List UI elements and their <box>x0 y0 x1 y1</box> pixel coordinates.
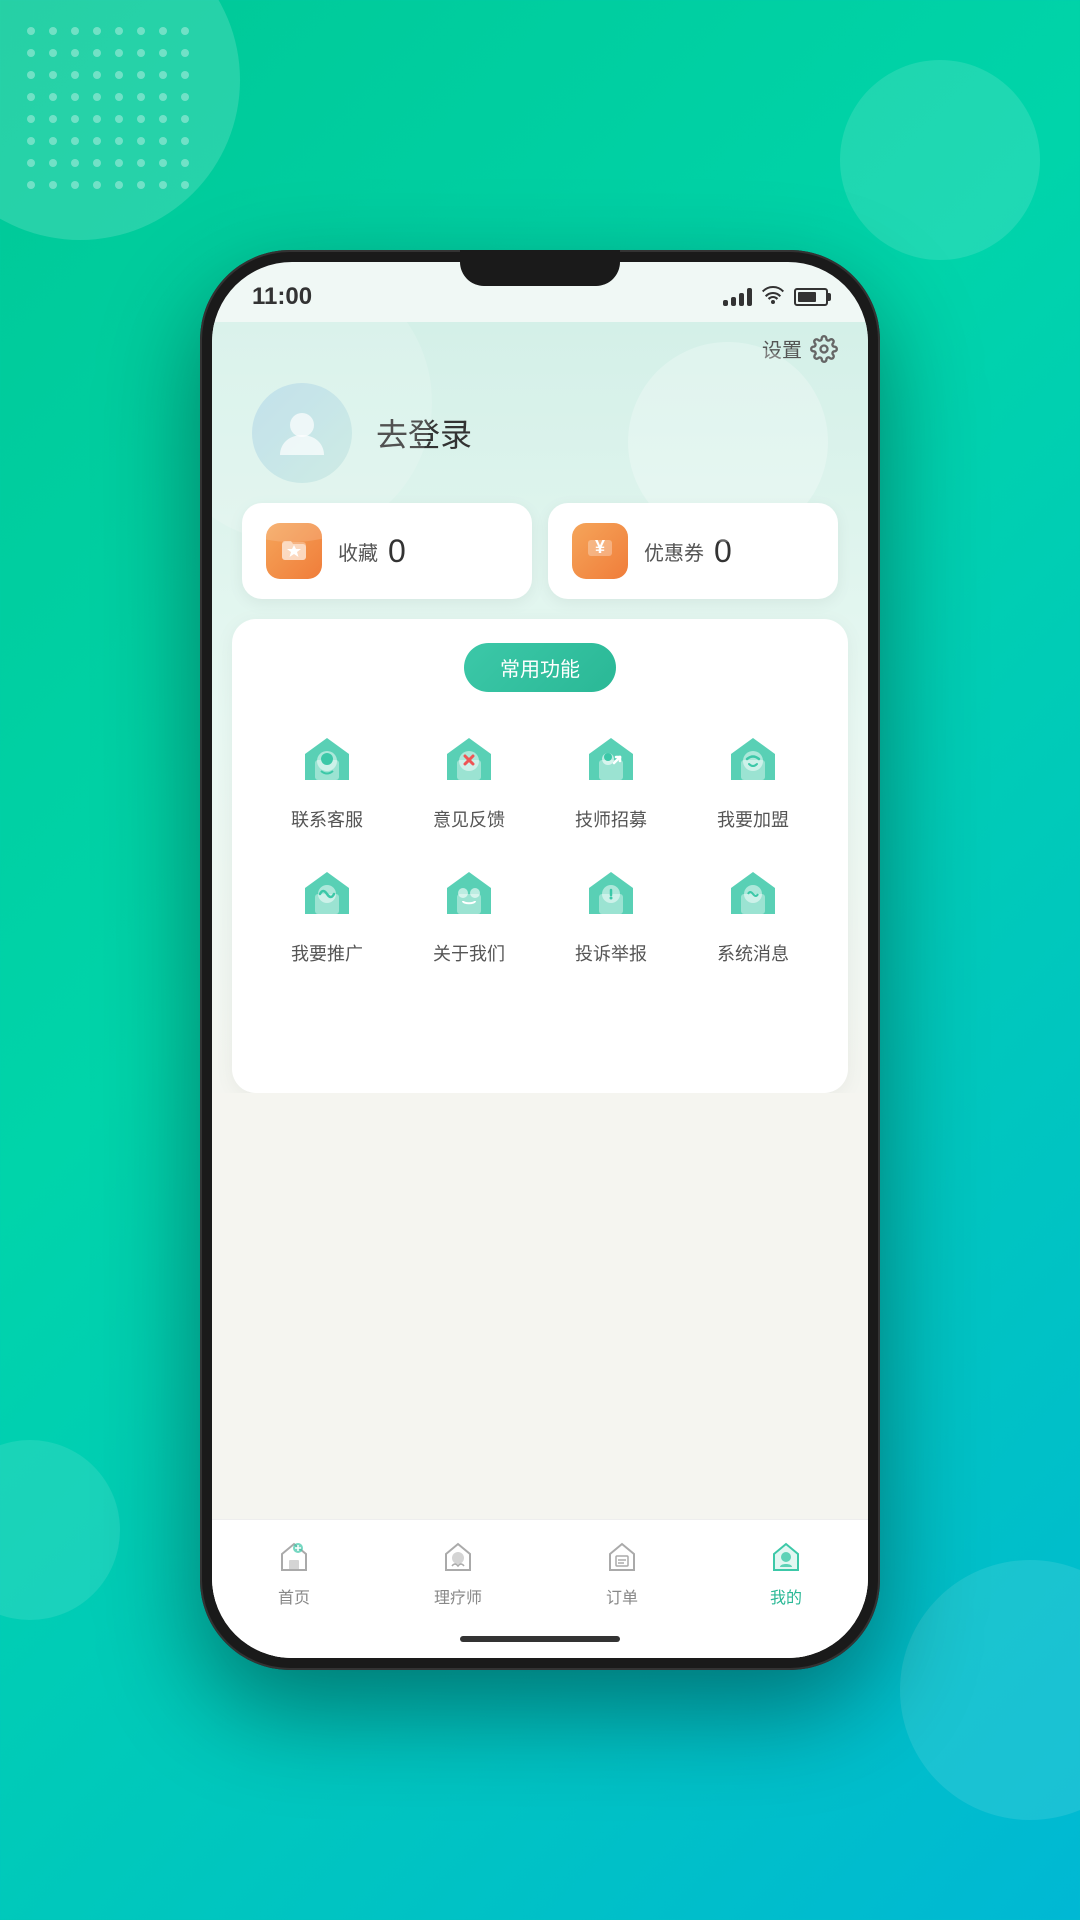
function-item-about[interactable]: 关于我们 <box>398 856 540 966</box>
nav-home-icon <box>272 1534 316 1578</box>
functions-grid: 联系客服 意见反馈 <box>256 722 824 966</box>
phone-frame: 11:00 <box>200 250 880 1670</box>
phone-screen: 11:00 <box>212 262 868 1658</box>
about-label: 关于我们 <box>433 940 505 966</box>
coupons-icon-box: ¥ <box>572 523 628 579</box>
function-item-recruit[interactable]: 技师招募 <box>540 722 682 832</box>
favorites-value: 0 <box>388 533 406 570</box>
bg-circle-3 <box>0 1440 120 1620</box>
nav-mine-icon <box>764 1534 808 1578</box>
favorites-card[interactable]: 收藏 0 <box>242 503 532 599</box>
phone-notch <box>460 250 620 286</box>
coupons-label: 优惠券 <box>644 537 704 566</box>
feedback-icon <box>437 726 501 790</box>
function-item-customer-service[interactable]: 联系客服 <box>256 722 398 832</box>
nav-therapist-icon <box>436 1534 480 1578</box>
section-title-wrapper: 常用功能 <box>256 643 824 692</box>
functions-section: 常用功能 <box>232 619 848 1093</box>
status-icons <box>723 286 828 309</box>
nav-orders-icon <box>600 1534 644 1578</box>
nav-orders-label: 订单 <box>606 1584 638 1608</box>
screen-content: 设置 去登录 <box>212 322 868 1658</box>
recruit-icon <box>579 726 643 790</box>
nav-item-home[interactable]: 首页 <box>212 1534 376 1608</box>
function-item-promote[interactable]: 我要推广 <box>256 856 398 966</box>
signal-icon <box>723 288 752 306</box>
battery-fill <box>798 292 816 302</box>
section-title: 常用功能 <box>464 643 616 692</box>
promote-label: 我要推广 <box>291 940 363 966</box>
signal-bar-4 <box>747 288 752 306</box>
settings-gear-icon[interactable] <box>810 335 838 363</box>
battery-icon <box>794 288 828 306</box>
system-label: 系统消息 <box>717 940 789 966</box>
system-icon-box <box>717 856 789 928</box>
bg-circle-2 <box>840 60 1040 260</box>
avatar[interactable] <box>252 383 352 483</box>
login-button[interactable]: 去登录 <box>376 410 472 456</box>
signal-bar-1 <box>723 300 728 306</box>
system-icon <box>721 860 785 924</box>
coupons-info: 优惠券 0 <box>644 533 732 570</box>
favorites-icon <box>280 534 308 569</box>
settings-row: 设置 <box>212 322 868 363</box>
wifi-icon <box>762 286 784 309</box>
join-label: 我要加盟 <box>717 806 789 832</box>
home-bar <box>460 1636 620 1642</box>
customer-service-icon <box>295 726 359 790</box>
nav-mine-label: 我的 <box>770 1584 802 1608</box>
signal-bar-3 <box>739 293 744 306</box>
coupons-card[interactable]: ¥ 优惠券 0 <box>548 503 838 599</box>
bg-circle-4 <box>900 1560 1080 1820</box>
customer-service-label: 联系客服 <box>291 806 363 832</box>
promote-icon <box>295 860 359 924</box>
signal-bar-2 <box>731 297 736 306</box>
nav-item-therapist[interactable]: 理疗师 <box>376 1534 540 1608</box>
nav-home-label: 首页 <box>278 1584 310 1608</box>
avatar-person-icon <box>272 403 332 463</box>
favorites-info: 收藏 0 <box>338 533 406 570</box>
stats-row: 收藏 0 ¥ 优惠券 <box>212 503 868 619</box>
favorites-icon-box <box>266 523 322 579</box>
complaint-icon <box>579 860 643 924</box>
join-icon <box>721 726 785 790</box>
recruit-label: 技师招募 <box>575 806 647 832</box>
function-item-feedback[interactable]: 意见反馈 <box>398 722 540 832</box>
profile-section[interactable]: 去登录 <box>212 363 868 503</box>
function-item-join[interactable]: 我要加盟 <box>682 722 824 832</box>
empty-content-area <box>212 1093 868 1519</box>
recruit-icon-box <box>575 722 647 794</box>
nav-item-orders[interactable]: 订单 <box>540 1534 704 1608</box>
settings-label[interactable]: 设置 <box>762 334 802 363</box>
coupons-icon: ¥ <box>586 534 614 569</box>
function-item-complaint[interactable]: 投诉举报 <box>540 856 682 966</box>
feedback-icon-box <box>433 722 505 794</box>
feedback-label: 意见反馈 <box>433 806 505 832</box>
complaint-label: 投诉举报 <box>575 940 647 966</box>
coupons-value: 0 <box>714 533 732 570</box>
nav-item-mine[interactable]: 我的 <box>704 1534 868 1608</box>
favorites-label: 收藏 <box>338 537 378 566</box>
about-icon-box <box>433 856 505 928</box>
customer-service-icon-box <box>291 722 363 794</box>
nav-therapist-label: 理疗师 <box>434 1584 482 1608</box>
home-indicator <box>212 1628 868 1658</box>
bg-dots-decoration <box>20 20 200 200</box>
join-icon-box <box>717 722 789 794</box>
promote-icon-box <box>291 856 363 928</box>
complaint-icon-box <box>575 856 647 928</box>
status-time: 11:00 <box>252 283 312 311</box>
bottom-navigation: 首页 理疗师 <box>212 1519 868 1628</box>
about-icon <box>437 860 501 924</box>
svg-text:¥: ¥ <box>595 537 605 557</box>
function-item-system[interactable]: 系统消息 <box>682 856 824 966</box>
